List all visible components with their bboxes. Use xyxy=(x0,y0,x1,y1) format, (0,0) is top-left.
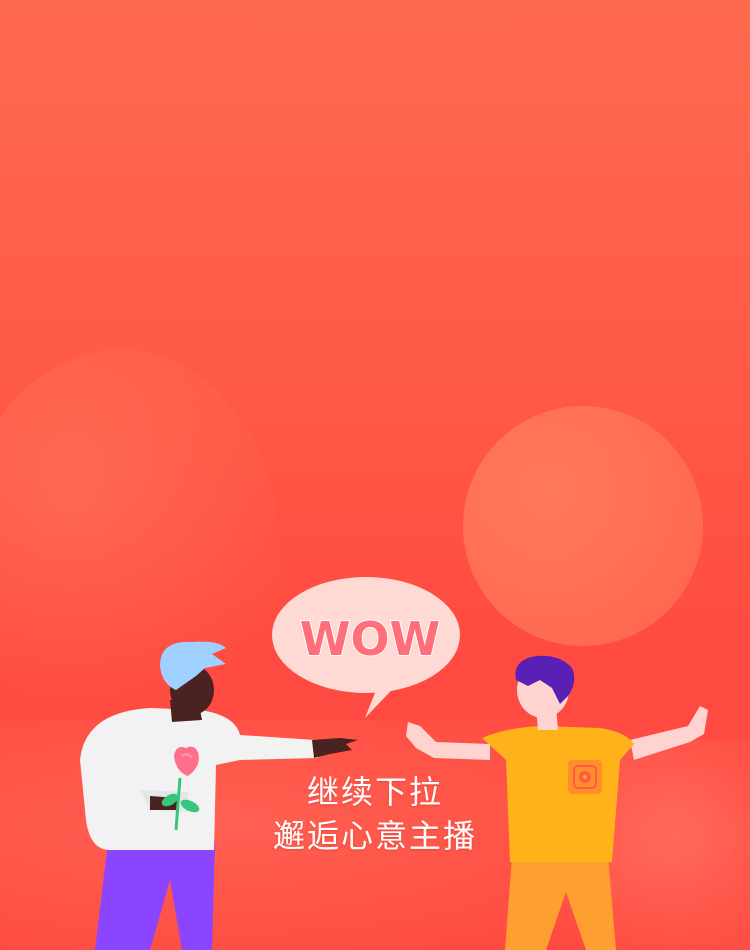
pull-down-screen: WOW 继续下拉 邂逅心意主播 xyxy=(0,0,750,950)
caption-line-1: 继续下拉 xyxy=(306,773,443,811)
pull-down-caption: 继续下拉 邂逅心意主播 xyxy=(250,770,500,858)
speech-bubble: WOW xyxy=(272,577,460,718)
wow-text: WOW xyxy=(300,612,441,666)
caption-line-2: 邂逅心意主播 xyxy=(272,817,477,855)
